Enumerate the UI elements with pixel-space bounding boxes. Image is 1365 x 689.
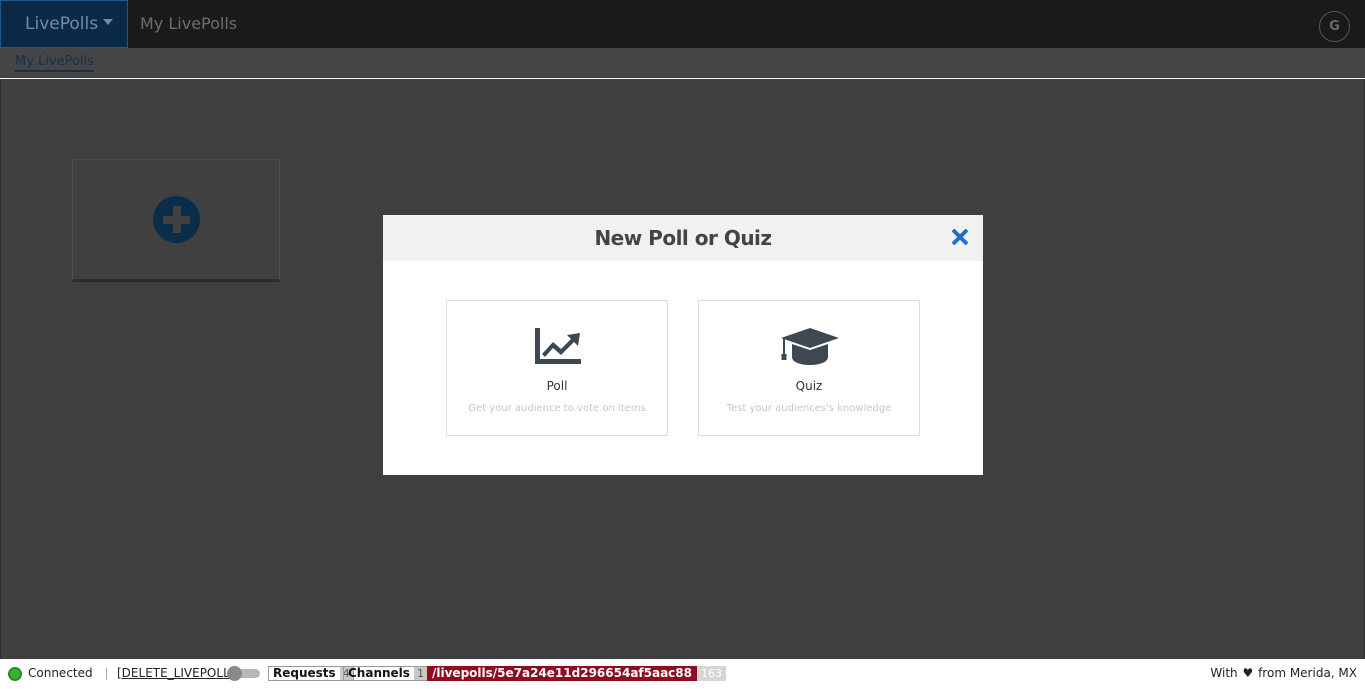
- brand-label: LivePolls: [25, 14, 99, 34]
- poll-option-label: Poll: [546, 379, 568, 393]
- channels-label: Channels: [348, 666, 410, 680]
- close-icon[interactable]: [949, 226, 971, 248]
- modal-header: New Poll or Quiz: [383, 215, 983, 261]
- page-title: My LivePolls: [140, 14, 238, 33]
- toggle-knob: [227, 666, 242, 681]
- add-livepoll-card[interactable]: [72, 159, 280, 282]
- debug-toggle[interactable]: [227, 666, 260, 681]
- delete-livepoll-link[interactable]: [DELETE_LIVEPOLL]: [117, 666, 234, 680]
- brand-menu-button[interactable]: LivePolls: [0, 0, 128, 48]
- quiz-option-label: Quiz: [795, 379, 823, 393]
- graduation-cap-icon: [781, 328, 839, 365]
- channel-path: /livepolls/5e7a24e11d296654af5aac88: [427, 666, 697, 681]
- new-poll-modal: New Poll or Quiz Poll Get your audience …: [383, 215, 983, 475]
- footer-prefix: With: [1210, 666, 1238, 680]
- plus-circle-icon: [153, 196, 200, 243]
- footer-credit: With ♥ from Merida, MX: [1210, 666, 1357, 680]
- channel-path-count: 163: [697, 666, 726, 681]
- modal-title: New Poll or Quiz: [594, 226, 772, 250]
- requests-label: Requests: [273, 666, 336, 680]
- poll-option-description: Get your audience to vote on items: [468, 403, 646, 414]
- subnav-my-livepolls-link[interactable]: My LivePolls: [15, 54, 94, 72]
- status-bar: Connected [DELETE_LIVEPOLL] Requests 4 C…: [0, 659, 1365, 689]
- caret-down-icon: [103, 19, 114, 25]
- quiz-option-button[interactable]: Quiz Test your audiences's knowledge: [698, 300, 920, 436]
- connection-status-dot: [8, 667, 22, 681]
- channels-count-a: 1: [413, 667, 427, 680]
- sub-navigation: My LivePolls: [0, 48, 1365, 78]
- poll-option-button[interactable]: Poll Get your audience to vote on items: [446, 300, 668, 436]
- footer-suffix: from Merida, MX: [1258, 666, 1357, 680]
- heart-icon: ♥: [1242, 666, 1254, 680]
- requests-badge: Requests 4: [268, 666, 354, 681]
- divider: [106, 668, 107, 680]
- connection-status-text: Connected: [28, 666, 93, 680]
- channel-path-badge: /livepolls/5e7a24e11d296654af5aac88 163: [427, 666, 726, 681]
- user-avatar[interactable]: G: [1319, 11, 1350, 42]
- top-bar: LivePolls My LivePolls G: [0, 0, 1365, 48]
- chart-line-icon: [535, 328, 581, 364]
- quiz-option-description: Test your audiences's knowledge: [726, 403, 892, 414]
